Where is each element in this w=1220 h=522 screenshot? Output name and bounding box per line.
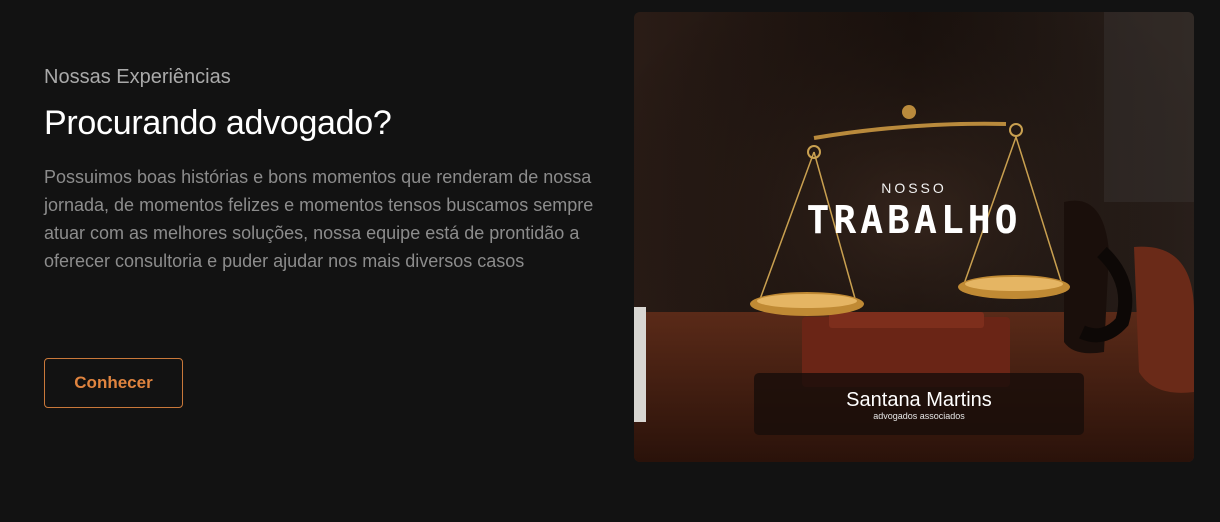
section-title: Procurando advogado? bbox=[44, 104, 392, 142]
intro-block: Nossas Experiências Procurando advogado?… bbox=[44, 62, 604, 275]
brand-name: Santana Martins bbox=[846, 389, 992, 411]
brand-tagline: advogados associados bbox=[873, 411, 965, 421]
section-description: Possuimos boas histórias e bons momentos… bbox=[44, 167, 594, 271]
card-headline: TRABALHO bbox=[806, 198, 1022, 242]
conhecer-button[interactable]: Conhecer bbox=[44, 358, 183, 408]
feature-card[interactable]: NOSSO TRABALHO Santana Martins advogados… bbox=[634, 12, 1194, 462]
brand-banner: Santana Martins advogados associados bbox=[754, 373, 1084, 435]
card-kicker: NOSSO bbox=[881, 180, 947, 196]
section-eyebrow: Nossas Experiências bbox=[44, 66, 231, 88]
